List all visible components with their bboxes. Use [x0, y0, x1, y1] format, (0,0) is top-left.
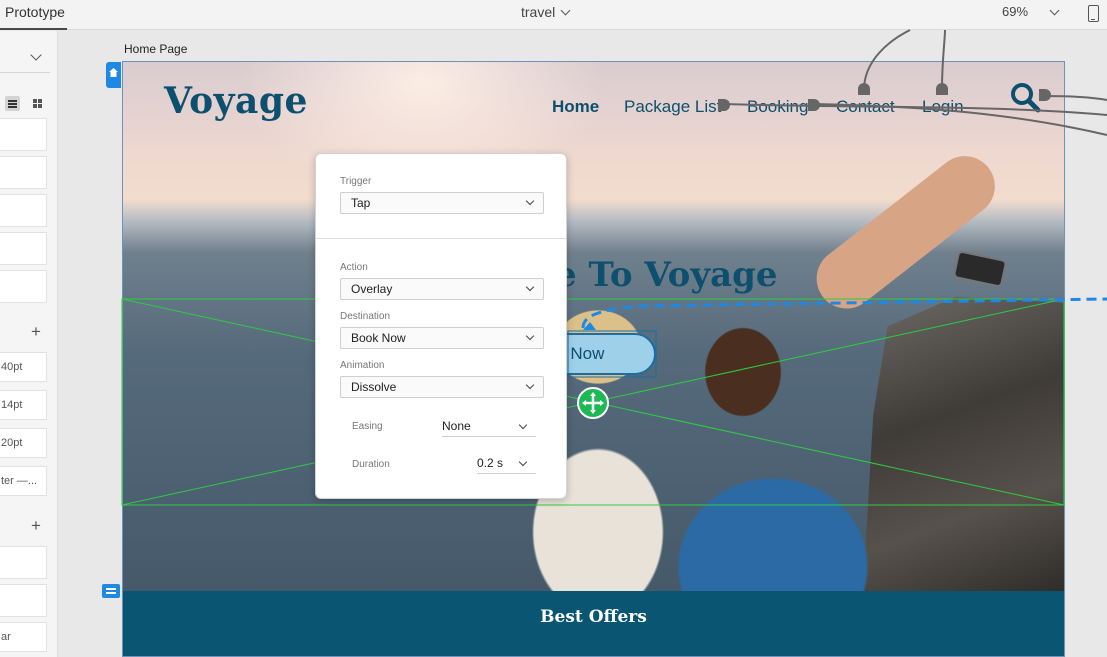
- action-label: Action: [340, 262, 368, 273]
- chevron-down-icon: [525, 282, 535, 292]
- duration-value: 0.2 s: [477, 456, 504, 470]
- action-value: Overlay: [351, 282, 393, 296]
- popover-divider: [316, 238, 566, 239]
- chevron-down-icon: [518, 457, 528, 467]
- destination-label: Destination: [340, 311, 391, 322]
- panel-item[interactable]: [0, 546, 47, 579]
- size-field[interactable]: 14pt: [0, 390, 47, 420]
- destination-value: Book Now: [351, 331, 406, 345]
- add-plus-icon[interactable]: +: [31, 516, 41, 536]
- duration-label: Duration: [352, 459, 390, 470]
- interaction-popover: Trigger Tap Action Overlay Destination B…: [315, 153, 567, 499]
- easing-label: Easing: [352, 421, 383, 432]
- document-title: travel: [521, 4, 556, 20]
- panel-dropdown[interactable]: [0, 43, 50, 73]
- best-offers-heading: Best Offers: [540, 607, 647, 627]
- smartphone: [952, 250, 1008, 288]
- chevron-down-icon: [518, 420, 528, 430]
- panel-item[interactable]: [0, 232, 47, 265]
- prototype-mode-tab[interactable]: Prototype: [0, 0, 67, 30]
- nav-login[interactable]: Login: [922, 97, 964, 117]
- hero-image: [123, 62, 1064, 607]
- panel-item[interactable]: [0, 156, 47, 189]
- panel-item[interactable]: [0, 118, 47, 151]
- animation-label: Animation: [340, 360, 385, 371]
- top-toolbar: Prototype travel 69%: [0, 0, 1107, 30]
- chevron-down-icon: [560, 5, 571, 16]
- easing-value: None: [442, 419, 471, 433]
- nav-contact[interactable]: Contact: [836, 97, 895, 117]
- nav-package-list[interactable]: Package List: [624, 97, 721, 117]
- panel-item[interactable]: [0, 584, 47, 617]
- panel-item[interactable]: [0, 270, 47, 303]
- person-dark-hair: [623, 317, 923, 607]
- home-artboard-icon[interactable]: [106, 62, 121, 88]
- chevron-down-icon: [525, 196, 535, 206]
- home-page-artboard[interactable]: Voyage Home Package List Booking Contact…: [122, 61, 1065, 657]
- animation-select[interactable]: Dissolve: [340, 376, 544, 398]
- nav-home[interactable]: Home: [552, 97, 599, 117]
- chevron-down-icon: [525, 380, 535, 390]
- site-logo[interactable]: Voyage: [164, 80, 308, 122]
- trigger-label: Trigger: [340, 176, 372, 187]
- search-icon[interactable]: [1009, 81, 1041, 118]
- panel-item[interactable]: [0, 194, 47, 227]
- destination-select[interactable]: Book Now: [340, 327, 544, 349]
- easing-select[interactable]: None: [442, 417, 536, 437]
- scroll-group-icon[interactable]: [102, 584, 120, 598]
- zoom-chevron-down-icon[interactable]: [1049, 5, 1060, 16]
- trigger-select[interactable]: Tap: [340, 192, 544, 214]
- mobile-device-icon[interactable]: [1088, 5, 1099, 22]
- action-select[interactable]: Overlay: [340, 278, 544, 300]
- chevron-down-icon: [30, 49, 42, 61]
- size-field[interactable]: 20pt: [0, 428, 47, 458]
- document-title-dropdown[interactable]: travel: [521, 4, 571, 20]
- size-field[interactable]: 40pt: [0, 352, 47, 382]
- left-property-panel: + 40pt 14pt 20pt ter —... + ar: [0, 31, 58, 657]
- animation-value: Dissolve: [351, 380, 397, 394]
- duration-select[interactable]: 0.2 s: [477, 454, 536, 474]
- trigger-value: Tap: [351, 196, 371, 210]
- artboard-label[interactable]: Home Page: [124, 42, 187, 56]
- text-field[interactable]: ar: [0, 622, 47, 652]
- chevron-down-icon: [525, 331, 535, 341]
- zoom-level[interactable]: 69%: [1002, 4, 1028, 19]
- best-offers-section: Best Offers: [123, 591, 1064, 656]
- grid-view-icon[interactable]: [33, 99, 42, 108]
- nav-booking[interactable]: Booking: [747, 97, 808, 117]
- hero-title: e To Voyage: [555, 255, 778, 295]
- add-plus-icon[interactable]: +: [31, 322, 41, 342]
- list-view-icon[interactable]: [5, 96, 20, 111]
- text-field[interactable]: ter —...: [0, 466, 47, 496]
- raised-arm: [804, 144, 1007, 321]
